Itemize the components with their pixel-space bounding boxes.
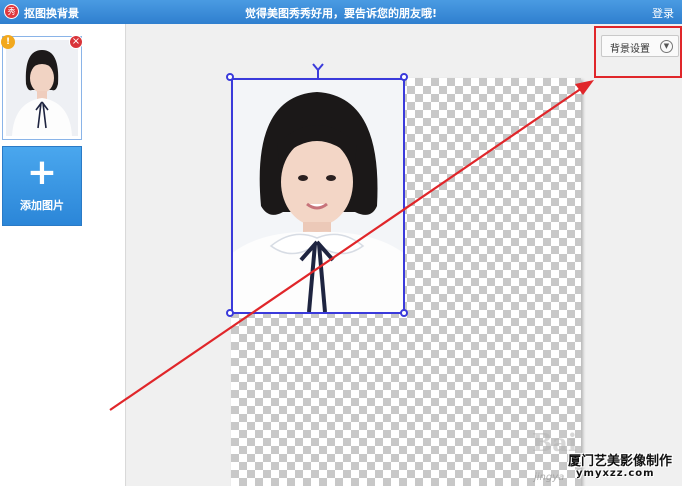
close-icon[interactable]: ×	[69, 35, 83, 49]
portrait-thumb-icon	[6, 40, 78, 136]
resize-handle-top-left[interactable]	[226, 73, 234, 81]
resize-handle-bottom-left[interactable]	[226, 309, 234, 317]
studio-watermark: 厦门艺美影像制作	[568, 454, 673, 469]
watermark: Bai 厦门艺美影像制作 ymyxzz.com jingya	[532, 428, 682, 486]
add-image-button[interactable]: + 添加图片	[2, 146, 82, 226]
login-link[interactable]: 登录	[652, 5, 674, 21]
image-sidebar: ! × + 添加图片	[0, 24, 126, 486]
add-image-label: 添加图片	[20, 199, 64, 212]
jingyan-watermark: jingya	[534, 472, 565, 483]
resize-handle-top-right[interactable]	[400, 73, 408, 81]
selection-frame[interactable]	[231, 78, 405, 314]
studio-url: ymyxzz.com	[576, 468, 655, 479]
warning-icon: !	[1, 35, 15, 49]
resize-handle-bottom-right[interactable]	[400, 309, 408, 317]
title-bar: 秀 抠图换背景 觉得美图秀秀好用，要告诉您的朋友哦! 登录	[0, 0, 682, 24]
editing-canvas: 背景设置 ▼	[127, 24, 682, 486]
thumbnail-photo	[6, 40, 78, 136]
image-thumbnail[interactable]: ! ×	[1, 35, 83, 140]
plus-icon: +	[26, 152, 58, 193]
rotate-handle-icon[interactable]	[310, 62, 326, 80]
annotation-highlight-box	[594, 26, 682, 78]
promo-banner: 觉得美图秀秀好用，要告诉您的朋友哦!	[244, 7, 437, 20]
